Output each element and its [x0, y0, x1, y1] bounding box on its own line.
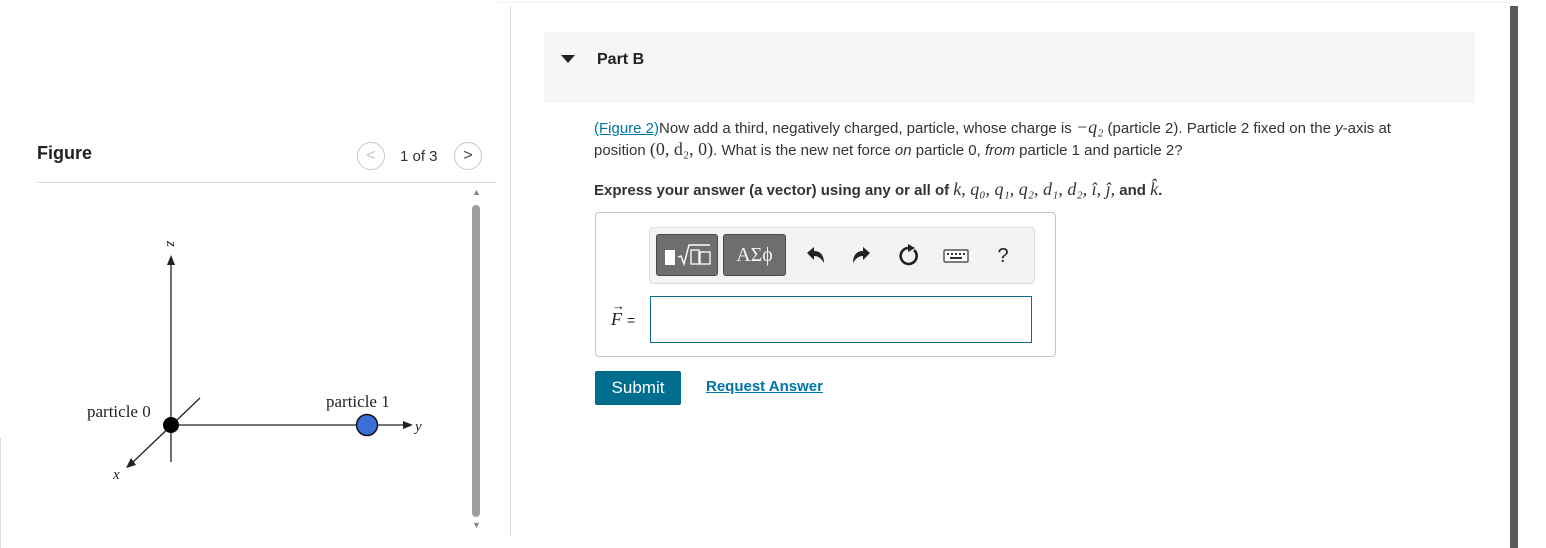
instruction-part: .	[1158, 182, 1163, 199]
reset-icon	[899, 244, 918, 266]
symbols-button[interactable]: ΑΣϕ	[723, 234, 786, 276]
y-axis-term: y	[1335, 120, 1343, 137]
question-part: particle 0,	[911, 142, 985, 159]
figure-pager: 1 of 3	[400, 148, 438, 165]
question-part: position	[594, 142, 650, 159]
question-part: -axis at	[1342, 120, 1391, 137]
chevron-left-icon: <	[366, 147, 376, 164]
left-border	[0, 438, 1, 548]
reset-button[interactable]	[896, 244, 920, 268]
question-part: particle 1 and particle 2?	[1014, 142, 1183, 159]
submit-button[interactable]: Submit	[595, 371, 681, 405]
figure-link[interactable]: (Figure 2)	[594, 120, 659, 137]
particle-0-dot	[163, 417, 179, 433]
from-emphasis: from	[984, 142, 1015, 159]
figure-scrollbar[interactable]	[472, 205, 480, 517]
chevron-right-icon: >	[463, 147, 473, 164]
y-axis-arrow	[403, 421, 413, 429]
vector-arrow-icon: →	[612, 298, 625, 313]
figure-diagram: z y x particle 0 particle 1	[87, 240, 422, 483]
answer-label: → F =	[611, 298, 636, 330]
y-axis-label: y	[413, 419, 422, 435]
figure-title: Figure	[37, 143, 93, 163]
z-axis-arrow	[167, 255, 175, 265]
next-figure-button[interactable]: >	[454, 142, 482, 170]
keyboard-button[interactable]	[942, 244, 970, 268]
equals-sign: =	[627, 312, 636, 328]
answer-instructions: Express your answer (a vector) using any…	[594, 179, 1162, 200]
particle-1-label: particle 1	[326, 392, 390, 411]
instruction-variables: k, q₀, q₁, q₂, d₁, d₂, î, ĵ,	[953, 179, 1116, 199]
question-part: Now add a third, negatively charged, par…	[659, 120, 1076, 137]
position-expression: (0, d₂, 0)	[649, 139, 714, 159]
request-answer-link[interactable]: Request Answer	[706, 378, 823, 395]
instruction-last-variable: k̂	[1150, 179, 1159, 199]
x-axis-arrow	[126, 458, 136, 468]
question-part: . What is the new net force	[713, 142, 895, 159]
particle-0-label: particle 0	[87, 402, 151, 421]
keyboard-icon	[943, 249, 969, 263]
figure-divider	[37, 182, 497, 183]
undo-button[interactable]	[803, 244, 827, 268]
x-axis-label: x	[112, 467, 120, 483]
templates-icon	[665, 244, 711, 267]
templates-button[interactable]	[656, 234, 718, 276]
figure-scroll-down-button[interactable]: ▼	[472, 520, 481, 530]
particle-1-dot	[355, 413, 379, 437]
help-button[interactable]: ?	[991, 244, 1015, 268]
instruction-part: Express your answer (a vector) using any…	[594, 182, 954, 199]
question-part: (particle 2). Particle 2 fixed on the	[1103, 120, 1336, 137]
answer-input[interactable]	[650, 296, 1032, 343]
panel-separator	[510, 6, 511, 536]
question-text: (Figure 2)Now add a third, negatively ch…	[594, 117, 1474, 161]
help-icon: ?	[997, 244, 1009, 267]
z-axis-label: z	[163, 240, 179, 247]
caret-down-icon[interactable]	[561, 55, 575, 63]
top-border	[498, 2, 1510, 3]
force-symbol: → F	[611, 298, 625, 329]
charge-expression: −q₂	[1075, 117, 1104, 137]
previous-figure-button[interactable]: <	[357, 142, 385, 170]
instruction-part: and	[1115, 182, 1151, 199]
undo-icon	[807, 247, 824, 263]
part-header[interactable]	[544, 32, 1475, 103]
part-title: Part B	[597, 51, 645, 68]
redo-button[interactable]	[850, 244, 874, 268]
redo-icon	[853, 247, 870, 263]
figure-scroll-up-button[interactable]: ▲	[472, 187, 481, 197]
on-emphasis: on	[894, 142, 912, 159]
page-scrollbar[interactable]	[1510, 6, 1518, 548]
